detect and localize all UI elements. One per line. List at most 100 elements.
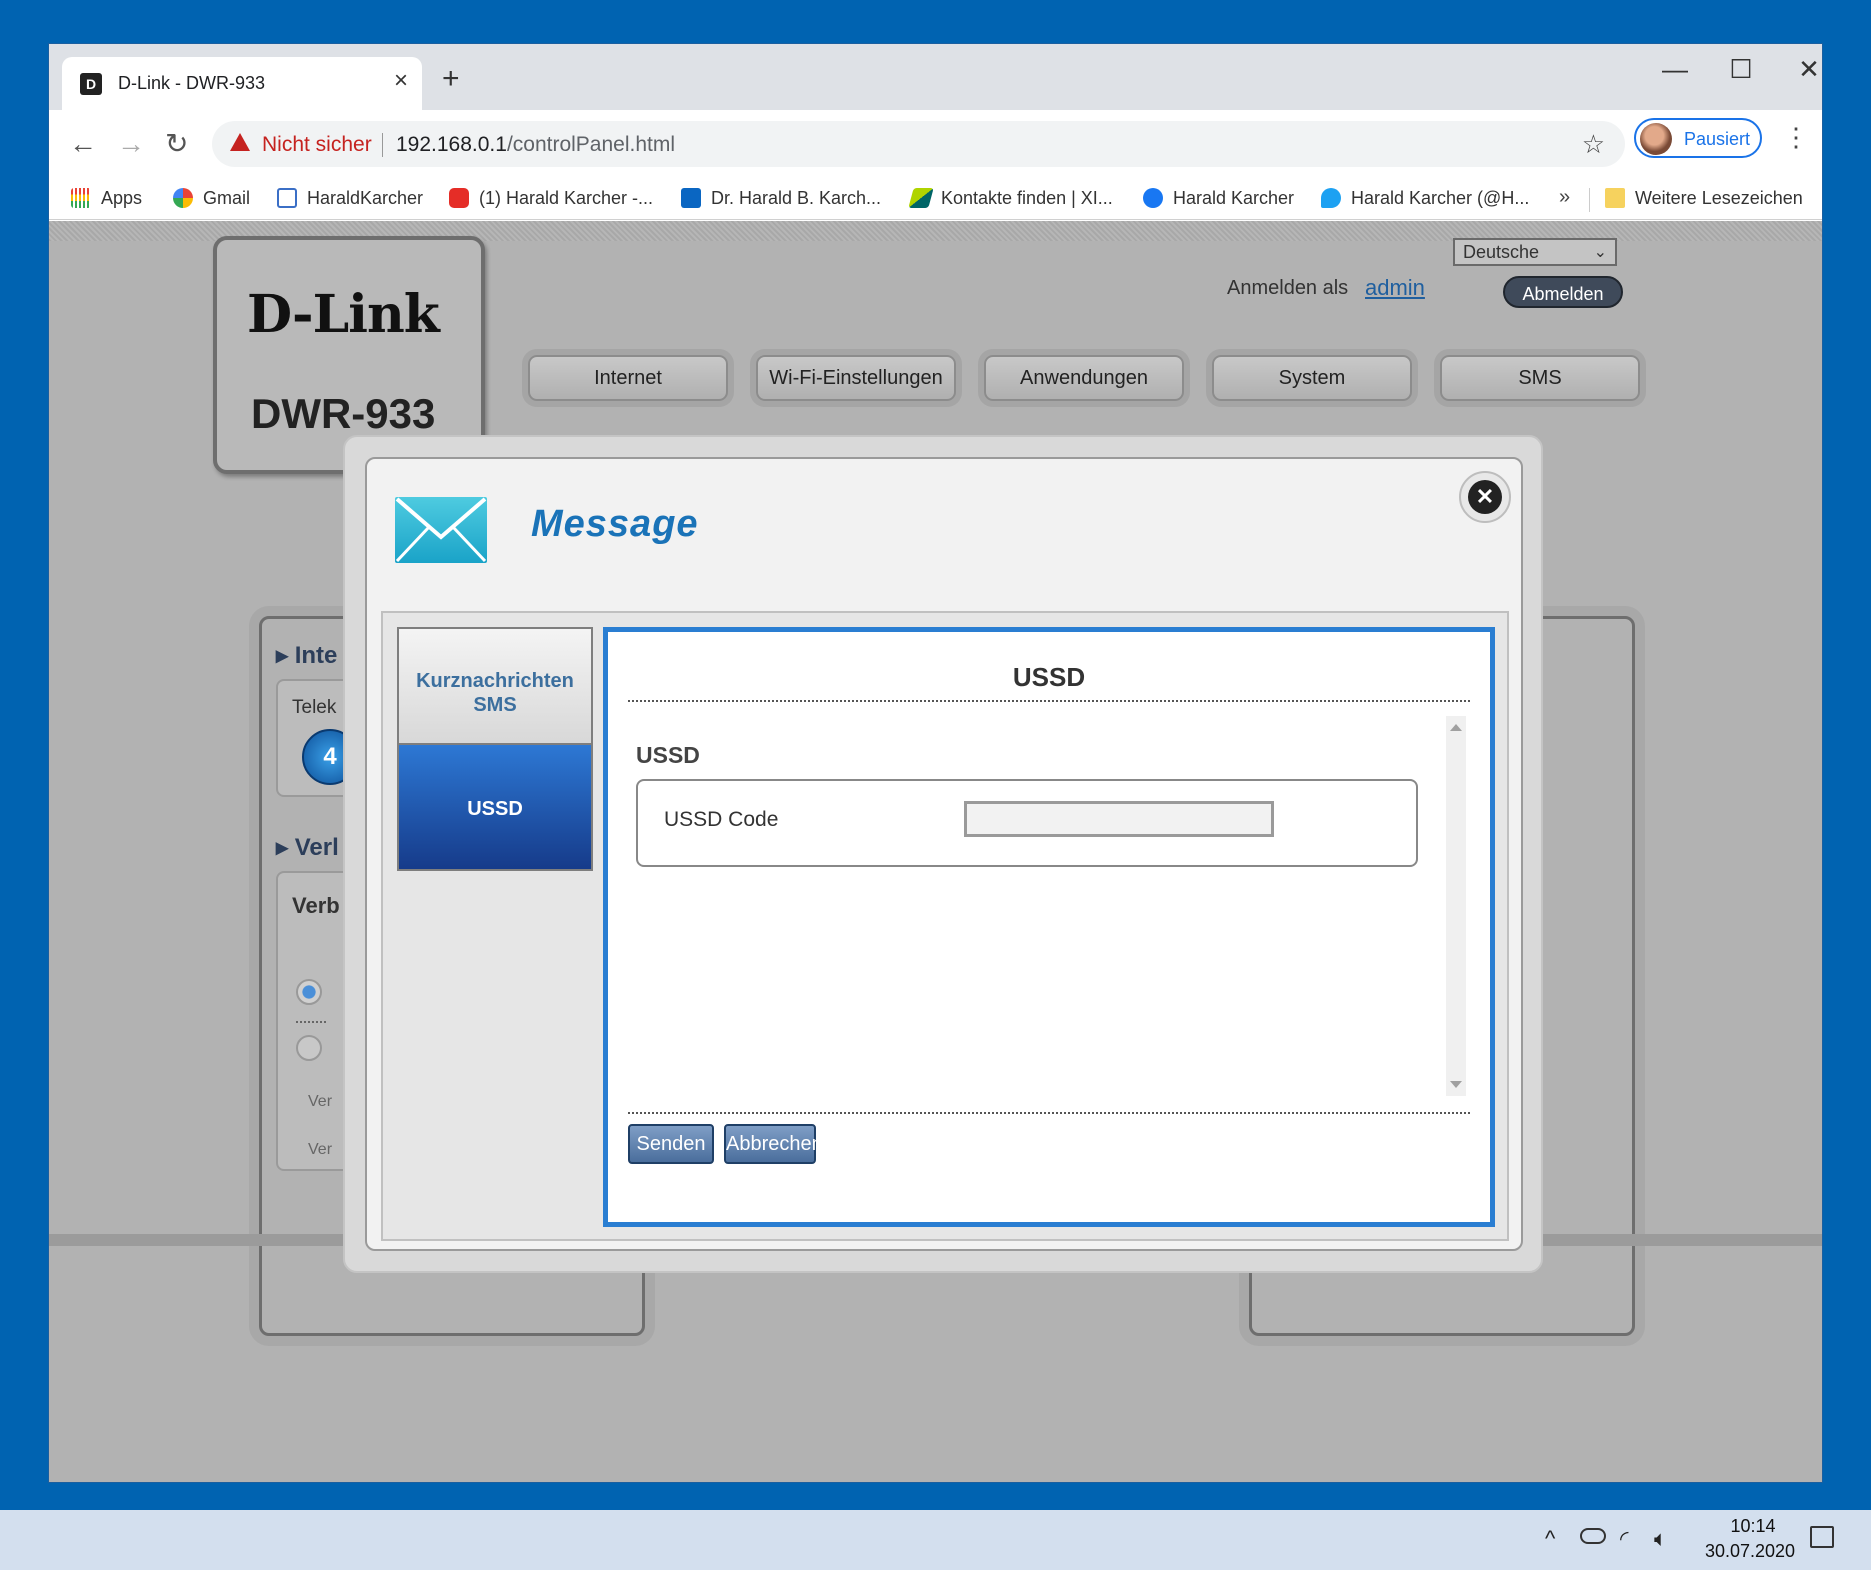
profile-button[interactable]: Pausiert xyxy=(1634,118,1762,158)
section-internet-title: ▸ Inte xyxy=(276,642,338,669)
nav-tab-internet[interactable]: Internet xyxy=(528,355,728,401)
row-label: Ver xyxy=(308,1141,333,1158)
message-dialog: Message ✕ Kurznachrichten SMS USSD USSD … xyxy=(365,457,1523,1251)
provider-label: Telek xyxy=(292,697,337,718)
language-select[interactable]: Deutsche ⌄ xyxy=(1453,238,1617,266)
row-label: Ver xyxy=(308,1093,333,1110)
bookmark-twitter[interactable]: Harald Karcher (@H... xyxy=(1321,188,1529,209)
taskbar: ^ ◜ 🔈︎ 10:14 30.07.2020 xyxy=(0,1510,1871,1570)
wifi-icon[interactable]: ◜ xyxy=(1620,1526,1629,1552)
bookmark-label: Apps xyxy=(101,188,143,208)
reload-button[interactable]: ↻ xyxy=(165,129,188,159)
tab-ussd[interactable]: USSD xyxy=(397,743,593,871)
section-label: Inte xyxy=(294,642,338,669)
bookmark-haraldkarcher[interactable]: HaraldKarcher xyxy=(277,188,423,209)
separator xyxy=(1589,188,1590,212)
profile-label: Pausiert xyxy=(1684,129,1751,149)
tab-close-icon[interactable]: × xyxy=(394,69,408,93)
bookmark-apps[interactable]: Apps xyxy=(71,188,142,209)
facebook-icon xyxy=(1143,188,1163,208)
scroll-down-icon[interactable] xyxy=(1450,1081,1462,1088)
warning-icon xyxy=(230,133,250,151)
new-tab-button[interactable]: + xyxy=(442,64,460,94)
tab-sms[interactable]: Kurznachrichten SMS xyxy=(397,627,593,745)
security-label[interactable]: Nicht sicher xyxy=(262,133,372,157)
clock-time[interactable]: 10:14 xyxy=(1716,1516,1790,1537)
twitter-icon xyxy=(1321,188,1341,208)
avatar xyxy=(1640,123,1672,155)
login-as-label: Anmelden als xyxy=(1227,277,1349,299)
browser-menu-icon[interactable]: ⋮ xyxy=(1783,124,1809,150)
chevron-down-icon: ⌄ xyxy=(1593,244,1607,261)
page-icon xyxy=(277,188,297,208)
scrollbar[interactable] xyxy=(1446,716,1466,1096)
url-host: 192.168.0.1 xyxy=(396,133,507,156)
url-text[interactable]: 192.168.0.1/controlPanel.html xyxy=(396,133,675,157)
bookmark-gmail[interactable]: Gmail xyxy=(173,188,250,209)
user-link[interactable]: admin xyxy=(1365,275,1425,301)
envelope-icon xyxy=(395,497,487,563)
radio-selected[interactable] xyxy=(296,979,322,1005)
dialog-body: Kurznachrichten SMS USSD USSD USSD USSD … xyxy=(381,611,1509,1241)
other-bookmarks[interactable]: Weitere Lesezeichen xyxy=(1605,188,1803,209)
radio-unselected[interactable] xyxy=(296,1035,322,1061)
close-icon: ✕ xyxy=(1468,480,1502,514)
message-dialog-frame: Message ✕ Kurznachrichten SMS USSD USSD … xyxy=(343,435,1543,1273)
cancel-button[interactable]: Abbrechen xyxy=(724,1124,823,1164)
apps-grid-icon xyxy=(71,188,91,208)
close-dialog-button[interactable]: ✕ xyxy=(1459,471,1511,523)
bookmark-youtube[interactable]: (1) Harald Karcher -... xyxy=(449,188,653,209)
bookmark-label: (1) Harald Karcher -... xyxy=(479,188,654,208)
nav-tab-apps[interactable]: Anwendungen xyxy=(984,355,1184,401)
maximize-button[interactable]: ☐ xyxy=(1721,54,1761,85)
notification-icon[interactable] xyxy=(1810,1526,1834,1548)
bookmarks-more-button[interactable]: » xyxy=(1559,186,1570,209)
divider xyxy=(296,1021,326,1023)
bookmark-label: Gmail xyxy=(203,188,251,208)
folder-icon xyxy=(1605,188,1625,208)
bookmark-label: Harald Karcher xyxy=(1173,188,1295,208)
section-label: Verl xyxy=(294,834,339,861)
nav-tab-system[interactable]: System xyxy=(1212,355,1412,401)
panel-title: USSD xyxy=(1012,662,1086,692)
ussd-fieldset: USSD Code xyxy=(636,779,1418,867)
forward-button[interactable]: → xyxy=(117,129,145,159)
onedrive-icon[interactable] xyxy=(1580,1528,1606,1544)
ussd-code-input[interactable] xyxy=(964,801,1274,837)
minimize-button[interactable]: — xyxy=(1655,54,1695,85)
ussd-code-label: USSD Code xyxy=(664,808,779,831)
scroll-up-icon[interactable] xyxy=(1450,724,1462,731)
section-connection-title: ▸ Verl xyxy=(276,834,339,861)
nav-tab-wifi[interactable]: Wi-Fi-Einstellungen xyxy=(756,355,956,401)
close-window-button[interactable]: ✕ xyxy=(1789,54,1822,85)
tab-title: D-Link - DWR-933 xyxy=(118,73,266,93)
youtube-icon xyxy=(449,188,469,208)
xing-icon xyxy=(908,188,934,208)
logout-button[interactable]: Abmelden xyxy=(1503,276,1623,308)
section-label: USSD xyxy=(636,742,700,768)
bookmark-label: Harald Karcher (@H... xyxy=(1351,188,1530,208)
dlink-favicon-icon: D xyxy=(80,73,102,95)
bookmark-star-icon[interactable]: ☆ xyxy=(1582,129,1605,160)
url-path: /controlPanel.html xyxy=(506,133,676,156)
divider xyxy=(628,700,1470,702)
bookmark-xing[interactable]: Kontakte finden | XI... xyxy=(908,188,1113,209)
bookmark-linkedin[interactable]: Dr. Harald B. Karch... xyxy=(681,188,881,209)
bookmark-label: Kontakte finden | XI... xyxy=(941,188,1113,208)
address-bar[interactable]: Nicht sicher 192.168.0.1/controlPanel.ht… xyxy=(212,121,1625,167)
google-icon xyxy=(173,188,193,208)
browser-toolbar: ← → ↻ Nicht sicher 192.168.0.1/controlPa… xyxy=(49,110,1822,180)
send-button[interactable]: Senden xyxy=(628,1124,714,1164)
back-button[interactable]: ← xyxy=(69,129,97,159)
dialog-title: Message xyxy=(531,503,699,545)
tray-chevron-icon[interactable]: ^ xyxy=(1545,1526,1555,1552)
browser-tab[interactable]: D D-Link - DWR-933 × xyxy=(62,57,422,110)
model-name: DWR-933 xyxy=(251,390,436,437)
nav-tab-sms[interactable]: SMS xyxy=(1440,355,1640,401)
bookmark-facebook[interactable]: Harald Karcher xyxy=(1143,188,1294,209)
volume-icon[interactable]: 🔈︎ xyxy=(1654,1526,1667,1552)
separator xyxy=(382,133,383,157)
tab-strip: D D-Link - DWR-933 × + — ☐ ✕ xyxy=(49,44,1822,110)
divider xyxy=(628,1112,1470,1114)
clock-date[interactable]: 30.07.2020 xyxy=(1690,1541,1810,1562)
